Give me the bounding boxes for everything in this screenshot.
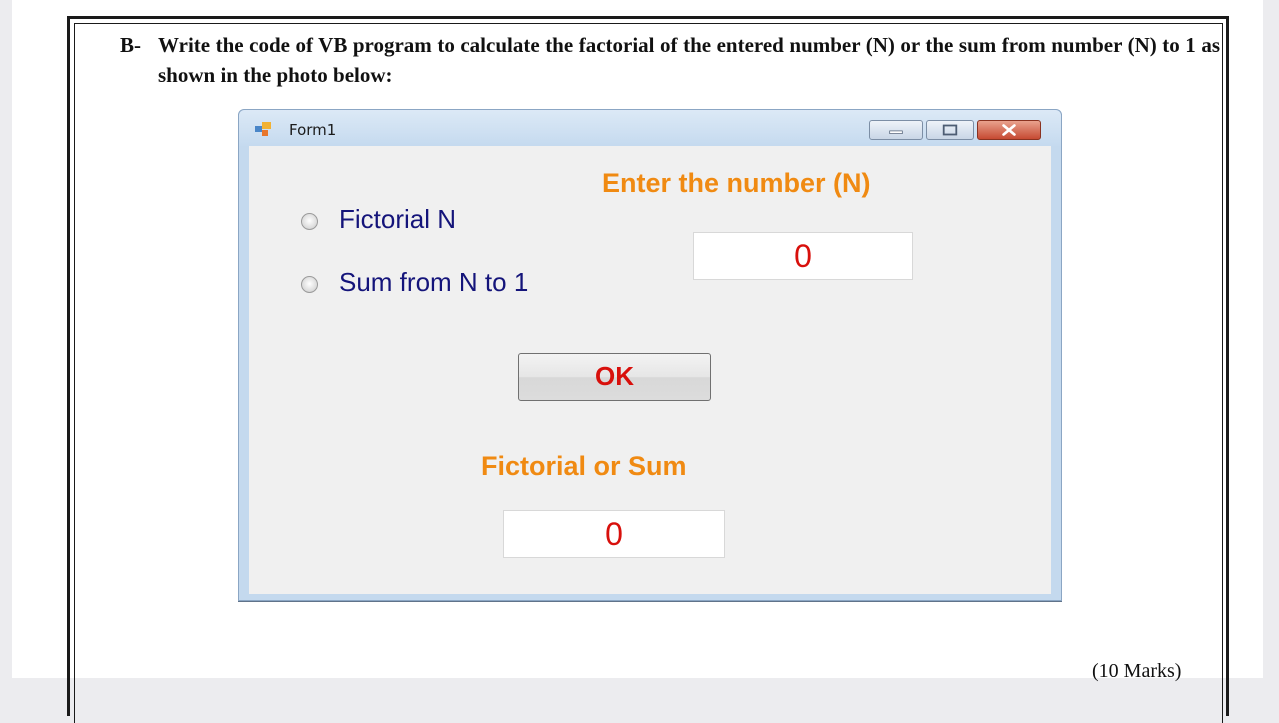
window-title: Form1 [289,121,337,139]
form-app-icon [255,122,271,136]
minimize-button[interactable] [869,120,923,140]
close-icon [1002,124,1016,136]
maximize-icon [942,124,958,136]
marks-label: (10 Marks) [1092,660,1182,682]
radio-sum-button[interactable] [301,276,318,293]
question-text: Write the code of VB program to calculat… [158,33,1220,87]
radio-sum-label: Sum from N to 1 [339,267,529,297]
close-button[interactable] [977,120,1041,140]
radio-factorial-button[interactable] [301,213,318,230]
question-label: B- [120,33,141,57]
result-label: Fictorial or Sum [481,451,687,481]
exam-page: B- Write the code of VB program to calcu… [12,0,1263,723]
window-titlebar[interactable]: Form1 [239,110,1061,146]
number-input[interactable]: 0 [693,232,913,280]
minimize-icon [889,130,903,134]
result-output: 0 [503,510,725,558]
form-client-area: Enter the number (N) Fictorial N 0 Sum f… [249,146,1051,594]
enter-number-label: Enter the number (N) [602,168,871,198]
maximize-button[interactable] [926,120,974,140]
ok-button[interactable]: OK [518,353,711,401]
form-window: Form1 Enter the number (N) Fictorial N 0… [238,109,1062,601]
radio-factorial-label: Fictorial N [339,204,457,234]
